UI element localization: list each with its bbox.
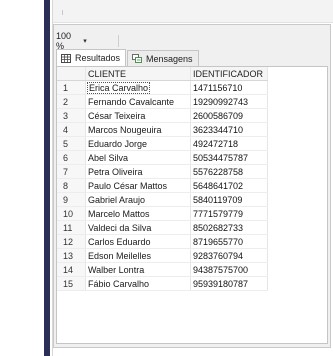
chevron-down-icon[interactable]: ▾ — [80, 36, 90, 46]
row-number[interactable]: 5 — [57, 136, 86, 151]
results-grid[interactable]: CLIENTE IDENTIFICADOR 1 Erica Carvalho 147… — [56, 66, 328, 344]
cell-identificador[interactable]: 7771579779 — [190, 206, 268, 221]
toolbar-separator — [118, 35, 119, 47]
cell-identificador[interactable]: 8502682733 — [190, 220, 268, 235]
cell-identificador[interactable]: 3623344710 — [190, 122, 268, 137]
cell-cliente-text: Paulo César Mattos — [88, 180, 168, 191]
table-row[interactable]: 6 Abel Silva 50534475787 — [57, 150, 268, 165]
table-row[interactable]: 5 Eduardo Jorge 492472718 — [57, 136, 268, 151]
cell-cliente[interactable]: Petra Oliveira — [85, 164, 191, 179]
cell-cliente[interactable]: Marcelo Mattos — [85, 206, 191, 221]
results-table: CLIENTE IDENTIFICADOR 1 Erica Carvalho 147… — [57, 67, 268, 291]
editor-margin-bar — [44, 0, 50, 356]
cell-cliente[interactable]: Edson Meilelles — [85, 248, 191, 263]
cell-identificador[interactable]: 1471156710 — [190, 80, 268, 95]
row-number[interactable]: 2 — [57, 94, 86, 109]
editor-tick-mark — [62, 10, 63, 15]
row-number[interactable]: 1 — [57, 80, 86, 95]
query-editor-area[interactable] — [53, 0, 333, 23]
cell-cliente-text: Valdeci da Silva — [88, 222, 152, 233]
cell-identificador[interactable]: 5576228758 — [190, 164, 268, 179]
tab-label: Mensagens — [146, 53, 193, 64]
cell-cliente-text: César Teixeira — [88, 110, 146, 121]
cell-identificador[interactable]: 492472718 — [190, 136, 268, 151]
zoom-value[interactable]: 100 % — [56, 31, 80, 51]
row-number[interactable]: 10 — [57, 206, 86, 221]
cell-cliente-text: Petra Oliveira — [88, 166, 143, 177]
row-number[interactable]: 15 — [57, 276, 86, 291]
sql-results-window: 100 % ▾ Resultados Mensagens CLIENTE IDE… — [0, 0, 333, 356]
grid-icon — [61, 53, 71, 63]
zoom-control[interactable]: 100 % ▾ — [56, 31, 90, 51]
row-number[interactable]: 12 — [57, 234, 86, 249]
header-row: CLIENTE IDENTIFICADOR — [57, 67, 268, 81]
table-row[interactable]: 3 César Teixeira 2600586709 — [57, 108, 268, 123]
cell-cliente-text: Carlos Eduardo — [88, 236, 151, 247]
table-row[interactable]: 4 Marcos Nougeuira 3623344710 — [57, 122, 268, 137]
cell-cliente-text: Gabriel Araujo — [88, 194, 146, 205]
cell-cliente[interactable]: Carlos Eduardo — [85, 234, 191, 249]
cell-identificador[interactable]: 9283760794 — [190, 248, 268, 263]
row-number[interactable]: 13 — [57, 248, 86, 263]
tab-label: Resultados — [75, 53, 121, 63]
cell-cliente[interactable]: Erica Carvalho — [85, 80, 191, 95]
cell-cliente[interactable]: Eduardo Jorge — [85, 136, 191, 151]
row-number[interactable]: 11 — [57, 220, 86, 235]
table-row[interactable]: 9 Gabriel Araujo 5840119709 — [57, 192, 268, 207]
table-row[interactable]: 14 Walber Lontra 94387575700 — [57, 262, 268, 277]
cell-cliente[interactable]: César Teixeira — [85, 108, 191, 123]
cell-cliente-text: Fernando Cavalcante — [88, 96, 175, 107]
column-header-identificador[interactable]: IDENTIFICADOR — [190, 67, 268, 81]
cell-cliente-text: Edson Meilelles — [88, 250, 152, 261]
table-row[interactable]: 8 Paulo César Mattos 5648641702 — [57, 178, 268, 193]
cell-cliente[interactable]: Valdeci da Silva — [85, 220, 191, 235]
column-header-cliente[interactable]: CLIENTE — [85, 67, 191, 81]
row-number[interactable]: 9 — [57, 192, 86, 207]
cell-cliente-text: Erica Carvalho — [86, 81, 151, 94]
grid-corner[interactable] — [57, 67, 86, 81]
cell-identificador[interactable]: 5840119709 — [190, 192, 268, 207]
table-row[interactable]: 10 Marcelo Mattos 7771579779 — [57, 206, 268, 221]
row-number[interactable]: 4 — [57, 122, 86, 137]
row-number[interactable]: 14 — [57, 262, 86, 277]
cell-identificador[interactable]: 8719655770 — [190, 234, 268, 249]
messages-icon — [132, 54, 142, 63]
cell-cliente-text: Walber Lontra — [88, 264, 145, 275]
table-row[interactable]: 7 Petra Oliveira 5576228758 — [57, 164, 268, 179]
cell-cliente-text: Marcos Nougeuira — [88, 124, 162, 135]
cell-cliente[interactable]: Paulo César Mattos — [85, 178, 191, 193]
tab-resultados[interactable]: Resultados — [56, 49, 127, 66]
cell-cliente[interactable]: Walber Lontra — [85, 262, 191, 277]
table-row[interactable]: 2 Fernando Cavalcante 19290992743 — [57, 94, 268, 109]
row-number[interactable]: 6 — [57, 150, 86, 165]
row-number[interactable]: 8 — [57, 178, 86, 193]
cell-cliente[interactable]: Fábio Carvalho — [85, 276, 191, 291]
cell-identificador[interactable]: 19290992743 — [190, 94, 268, 109]
table-row[interactable]: 12 Carlos Eduardo 8719655770 — [57, 234, 268, 249]
cell-cliente-text: Fábio Carvalho — [88, 278, 150, 289]
cell-cliente[interactable]: Abel Silva — [85, 150, 191, 165]
row-number[interactable]: 7 — [57, 164, 86, 179]
cell-cliente[interactable]: Fernando Cavalcante — [85, 94, 191, 109]
cell-identificador[interactable]: 5648641702 — [190, 178, 268, 193]
cell-identificador[interactable]: 2600586709 — [190, 108, 268, 123]
cell-identificador[interactable]: 95939180787 — [190, 276, 268, 291]
cell-cliente[interactable]: Marcos Nougeuira — [85, 122, 191, 137]
table-row[interactable]: 1 Erica Carvalho 1471156710 — [57, 80, 268, 95]
cell-cliente-text: Abel Silva — [88, 152, 129, 163]
table-row[interactable]: 15 Fábio Carvalho 95939180787 — [57, 276, 268, 291]
cell-identificador[interactable]: 94387575700 — [190, 262, 268, 277]
tab-mensagens[interactable]: Mensagens — [127, 50, 199, 66]
table-row[interactable]: 13 Edson Meilelles 9283760794 — [57, 248, 268, 263]
cell-identificador[interactable]: 50534475787 — [190, 150, 268, 165]
cell-cliente[interactable]: Gabriel Araujo — [85, 192, 191, 207]
table-row[interactable]: 11 Valdeci da Silva 8502682733 — [57, 220, 268, 235]
row-number[interactable]: 3 — [57, 108, 86, 123]
results-tabs: Resultados Mensagens — [56, 49, 200, 66]
cell-cliente-text: Eduardo Jorge — [88, 138, 148, 149]
cell-cliente-text: Marcelo Mattos — [88, 208, 150, 219]
